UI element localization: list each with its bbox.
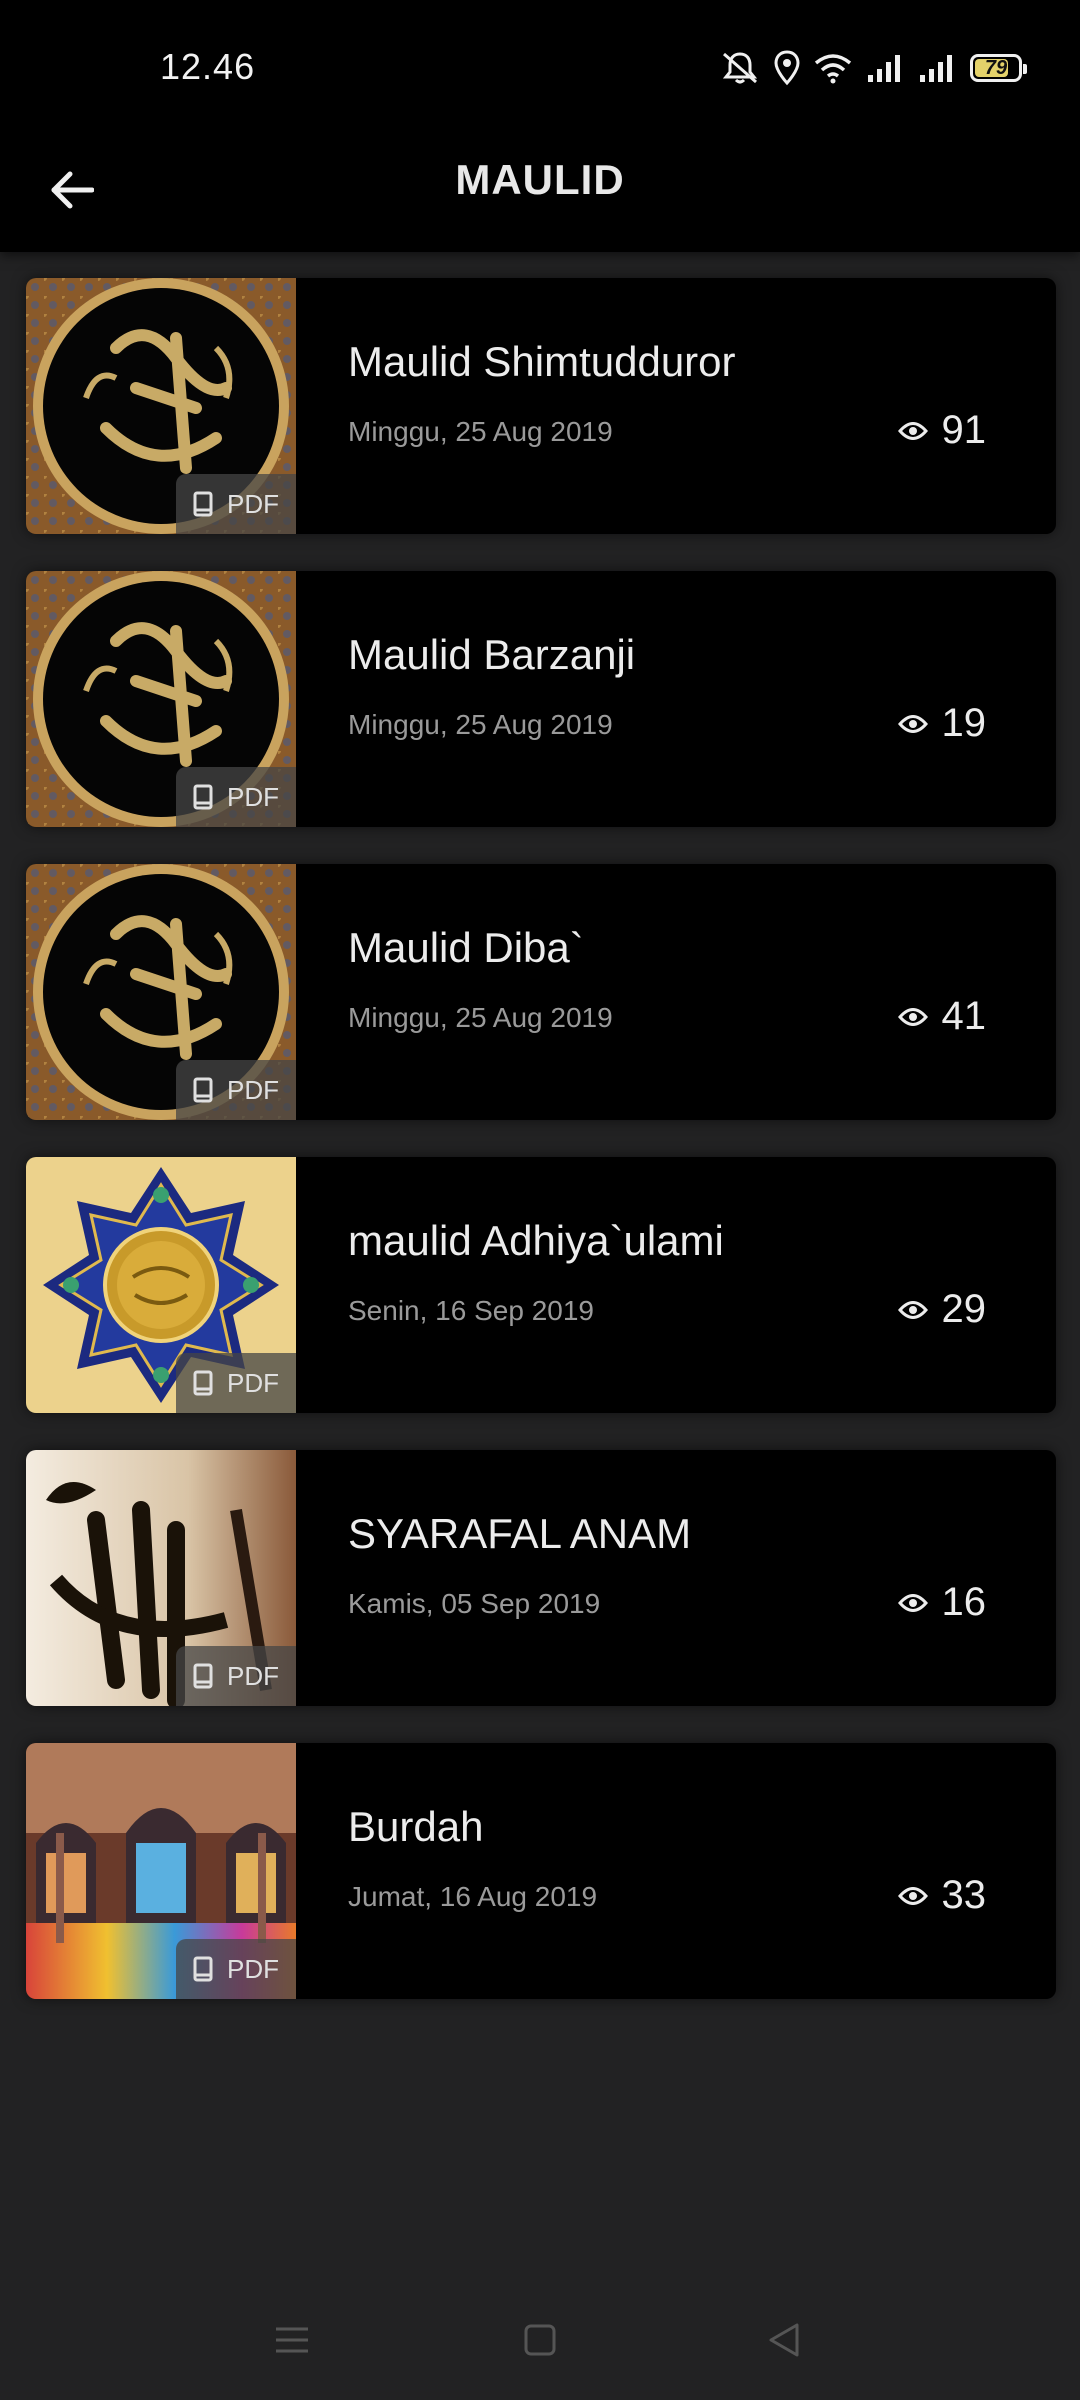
pdf-badge: PDF [176, 767, 296, 827]
eye-icon [897, 1593, 928, 1612]
list-item[interactable]: PDF Maulid Shimtudduror Minggu, 25 Aug 2… [26, 278, 1056, 534]
pdf-badge: PDF [176, 1939, 296, 1999]
app-bar: MAULID [0, 136, 1080, 252]
eye-icon [897, 421, 928, 440]
view-count: 33 [897, 1873, 987, 1918]
view-count: 29 [897, 1287, 987, 1332]
view-count-value: 29 [941, 1287, 987, 1331]
book-icon [193, 1370, 213, 1396]
page-title: MAULID [455, 156, 625, 203]
view-count: 41 [897, 994, 987, 1039]
notifications-off-icon [720, 50, 760, 86]
system-nav-bar [0, 2272, 1080, 2400]
thumbnail-image: PDF [26, 1450, 296, 1706]
item-date: Minggu, 25 Aug 2019 [348, 1002, 613, 1033]
thumbnail-image: PDF [26, 1743, 296, 1999]
view-count: 91 [897, 408, 987, 453]
status-bar: 12.46 79 [0, 0, 1080, 136]
status-icons: 79 [720, 48, 1027, 88]
list-item[interactable]: PDF Burdah Jumat, 16 Aug 2019 33 [26, 1743, 1056, 1999]
item-date: Jumat, 16 Aug 2019 [348, 1881, 598, 1912]
book-icon [193, 1663, 213, 1689]
thumbnail-image: PDF [26, 278, 296, 534]
view-count-value: 16 [941, 1580, 987, 1624]
list-item[interactable]: PDF maulid Adhiya`ulami Senin, 16 Sep 20… [26, 1157, 1056, 1413]
pdf-badge: PDF [176, 1646, 296, 1706]
back-triangle-icon [769, 2323, 799, 2357]
list-item[interactable]: PDF Maulid Barzanji Minggu, 25 Aug 2019 … [26, 571, 1056, 827]
item-date: Minggu, 25 Aug 2019 [348, 709, 613, 740]
pdf-badge: PDF [176, 1060, 296, 1120]
pdf-label: PDF [227, 488, 279, 519]
item-title: Maulid Shimtudduror [348, 338, 736, 385]
view-count: 16 [897, 1580, 987, 1625]
pdf-label: PDF [227, 1074, 279, 1105]
menu-icon [276, 2327, 308, 2353]
pdf-label: PDF [227, 1953, 279, 1984]
book-icon [193, 1956, 213, 1982]
view-count-value: 19 [941, 701, 987, 745]
signal-icon [866, 53, 904, 83]
maulid-list: PDF Maulid Shimtudduror Minggu, 25 Aug 2… [26, 278, 1056, 2036]
back-nav-button[interactable] [754, 2310, 814, 2370]
thumbnail-image: PDF [26, 1157, 296, 1413]
eye-icon [897, 1300, 928, 1319]
item-date: Kamis, 05 Sep 2019 [348, 1588, 601, 1619]
thumbnail-image: PDF [26, 571, 296, 827]
book-icon [193, 491, 213, 517]
thumbnail-image: PDF [26, 864, 296, 1120]
pdf-label: PDF [227, 781, 279, 812]
pdf-badge: PDF [176, 474, 296, 534]
item-title: maulid Adhiya`ulami [348, 1217, 724, 1264]
list-item[interactable]: PDF SYARAFAL ANAM Kamis, 05 Sep 2019 16 [26, 1450, 1056, 1706]
status-time: 12.46 [160, 46, 256, 87]
item-title: Maulid Barzanji [348, 631, 636, 678]
eye-icon [897, 714, 928, 733]
view-count-value: 91 [941, 408, 987, 452]
item-title: Burdah [348, 1803, 484, 1850]
signal-icon [918, 53, 956, 83]
book-icon [193, 1077, 213, 1103]
item-title: SYARAFAL ANAM [348, 1510, 692, 1557]
eye-icon [897, 1886, 928, 1905]
view-count-value: 33 [941, 1873, 987, 1917]
eye-icon [897, 1007, 928, 1026]
book-icon [193, 784, 213, 810]
home-button[interactable] [510, 2310, 570, 2370]
wifi-icon [814, 52, 852, 84]
battery-icon: 79 [970, 54, 1027, 82]
home-square-icon [524, 2324, 556, 2356]
menu-button[interactable] [262, 2310, 322, 2370]
item-date: Senin, 16 Sep 2019 [348, 1295, 594, 1326]
battery-text: 79 [984, 56, 1008, 79]
location-icon [774, 50, 800, 86]
item-title: Maulid Diba` [348, 924, 584, 971]
pdf-label: PDF [227, 1660, 279, 1691]
view-count: 19 [897, 701, 987, 746]
list-item[interactable]: PDF Maulid Diba` Minggu, 25 Aug 2019 41 [26, 864, 1056, 1120]
item-date: Minggu, 25 Aug 2019 [348, 416, 613, 447]
pdf-badge: PDF [176, 1353, 296, 1413]
pdf-label: PDF [227, 1367, 279, 1398]
view-count-value: 41 [941, 994, 987, 1038]
